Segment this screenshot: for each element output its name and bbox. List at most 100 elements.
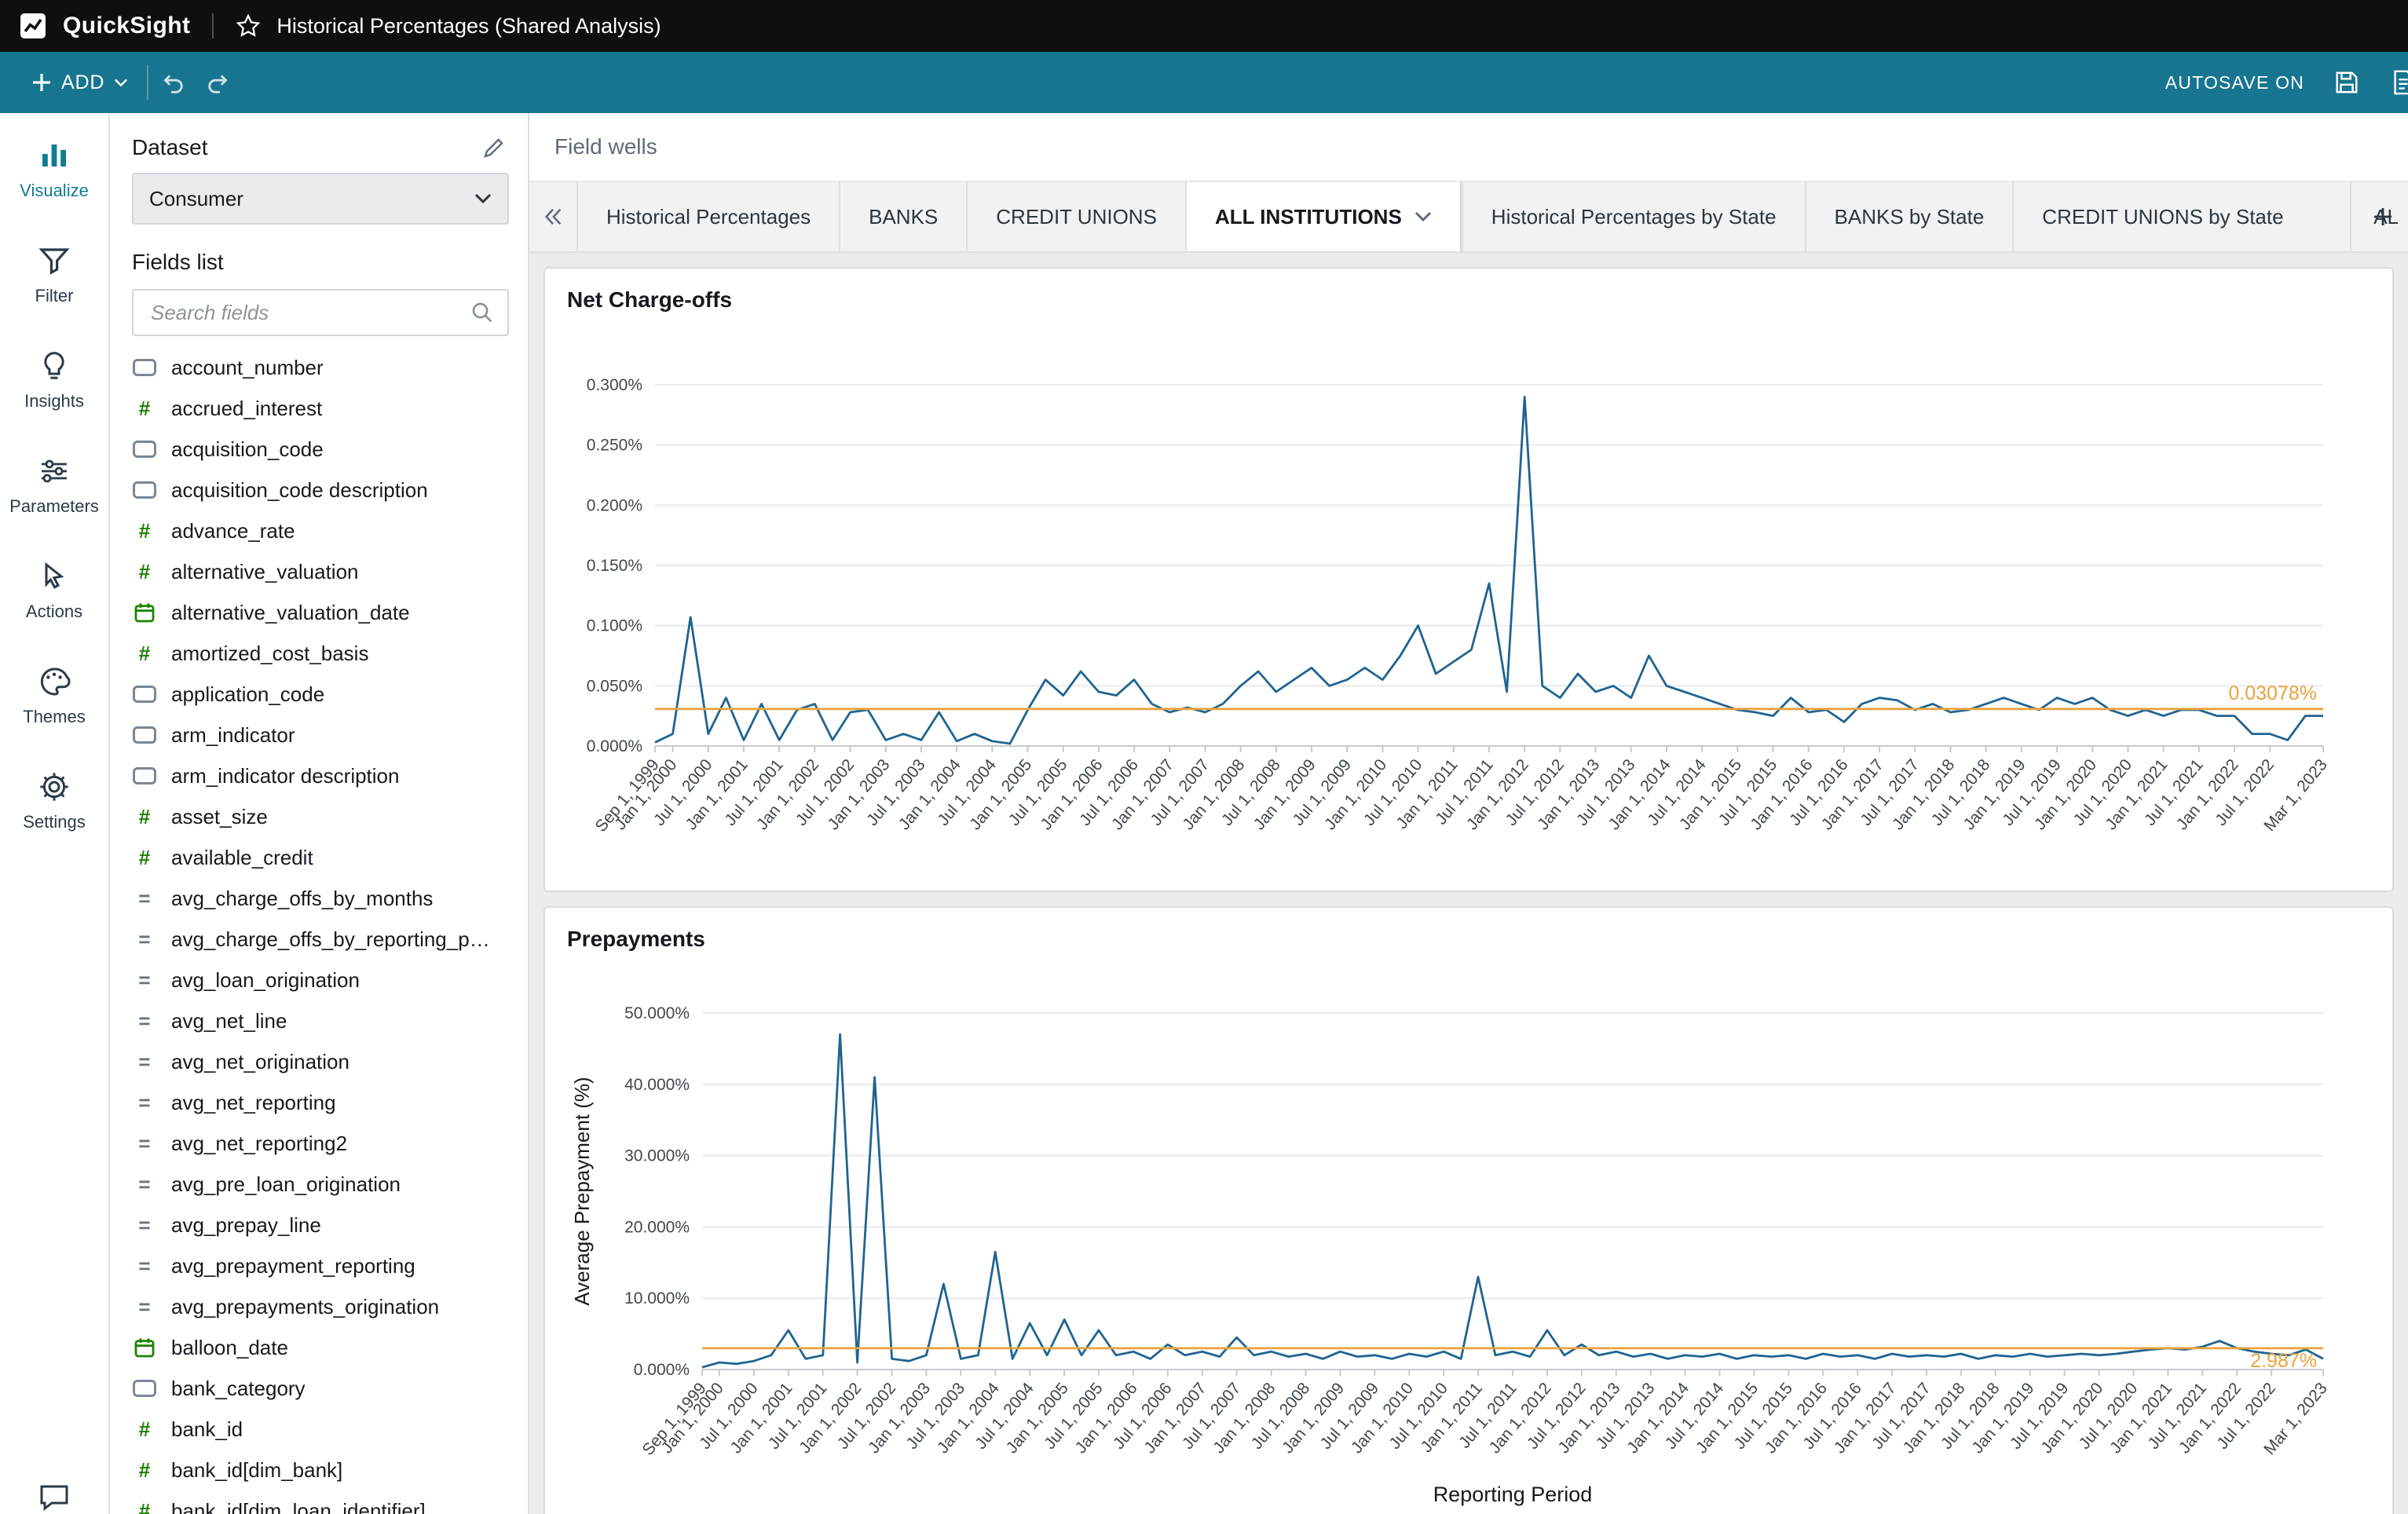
search-input[interactable] (148, 299, 471, 327)
dataset-select[interactable]: Consumer (132, 173, 509, 225)
svg-text:0.100%: 0.100% (587, 617, 642, 635)
svg-text:50.000%: 50.000% (624, 1004, 690, 1022)
calculated-field-icon: = (138, 968, 150, 993)
rail-item-themes[interactable]: Themes (23, 664, 85, 727)
favorite-star-icon[interactable] (236, 13, 261, 38)
chevron-down-icon (114, 78, 128, 87)
svg-text:0.300%: 0.300% (587, 376, 642, 394)
add-button[interactable]: ADD (13, 52, 147, 113)
field-item[interactable]: =avg_net_line (132, 1000, 509, 1041)
add-sheet-icon[interactable] (2361, 182, 2405, 251)
rail-item-settings[interactable]: Settings (23, 770, 86, 832)
field-item[interactable]: #bank_id[dim_bank] (132, 1450, 509, 1490)
rail-item-parameters[interactable]: Parameters (9, 454, 99, 517)
tab-banks[interactable]: BANKS (839, 182, 966, 251)
svg-text:0.250%: 0.250% (587, 437, 642, 455)
number-field-icon: # (139, 1458, 150, 1483)
redo-icon[interactable] (196, 52, 243, 113)
rail-item-visualize[interactable]: Visualize (20, 138, 89, 201)
tab-credit-unions-by-state[interactable]: CREDIT UNIONS by State (2012, 182, 2311, 251)
autosave-status[interactable]: AUTOSAVE ON (2165, 72, 2304, 93)
search-icon[interactable] (471, 302, 493, 324)
lightbulb-icon (37, 349, 71, 383)
tab-credit-unions[interactable]: CREDIT UNIONS (966, 182, 1185, 251)
rail-item-actions[interactable]: Actions (26, 559, 82, 622)
field-item[interactable]: =avg_pre_loan_origination (132, 1164, 509, 1205)
file-export-icon[interactable] (2380, 69, 2408, 96)
field-item[interactable]: =avg_charge_offs_by_months (132, 878, 509, 919)
calculated-field-icon: = (138, 1213, 150, 1238)
rail-label: Actions (26, 602, 82, 622)
feedback-chat-icon[interactable] (37, 1479, 71, 1514)
field-item[interactable]: #amortized_cost_basis (132, 633, 509, 674)
prepayments-visual[interactable]: Prepayments 0.000%10.000%20.000%30.000%4… (543, 906, 2394, 1514)
number-field-icon: # (139, 846, 150, 870)
scroll-tabs-left-icon[interactable] (529, 182, 576, 251)
number-field-icon: # (139, 642, 150, 666)
field-item[interactable]: =avg_charge_offs_by_reporting_p… (132, 919, 509, 960)
left-rail: Visualize Filter Insights Parameters Act… (0, 113, 110, 1514)
bar-chart-icon (37, 138, 71, 173)
tab-historical-percentages-by-state[interactable]: Historical Percentages by State (1462, 182, 1805, 251)
edit-dataset-icon[interactable] (482, 136, 506, 159)
field-item[interactable]: #alternative_valuation (132, 551, 509, 592)
field-item[interactable]: #asset_size (132, 796, 509, 837)
calendar-field-icon (134, 1337, 156, 1359)
save-icon[interactable] (2323, 69, 2370, 96)
field-item[interactable]: account_number (132, 347, 509, 388)
string-field-icon (133, 767, 156, 784)
calculated-field-icon: = (138, 1050, 150, 1074)
field-item[interactable]: #bank_id (132, 1409, 509, 1450)
rail-item-insights[interactable]: Insights (24, 349, 84, 411)
svg-text:0.150%: 0.150% (587, 557, 642, 575)
calculated-field-icon: = (138, 1009, 150, 1033)
tab-menu-chevron-icon[interactable] (1414, 211, 1432, 222)
field-item[interactable]: =avg_net_origination (132, 1041, 509, 1082)
field-item[interactable]: acquisition_code description (132, 470, 509, 510)
field-item[interactable]: =avg_net_reporting (132, 1082, 509, 1123)
net-charge-offs-chart: 0.000%0.050%0.100%0.150%0.200%0.250%0.30… (567, 322, 2370, 872)
field-item[interactable]: balloon_date (132, 1327, 509, 1368)
field-item[interactable]: application_code (132, 674, 509, 715)
field-item[interactable]: acquisition_code (132, 429, 509, 470)
field-item[interactable]: bank_category (132, 1368, 509, 1409)
dataset-label: Dataset (132, 135, 208, 160)
svg-text:0.000%: 0.000% (634, 1361, 690, 1379)
cursor-action-icon (37, 559, 71, 594)
calculated-field-icon: = (138, 1132, 150, 1156)
tab-banks-by-state[interactable]: BANKS by State (1805, 182, 2013, 251)
field-item[interactable]: =avg_prepayment_reporting (132, 1245, 509, 1286)
rail-label: Visualize (20, 181, 89, 201)
rail-item-filter[interactable]: Filter (35, 243, 74, 306)
brand-name: QuickSight (63, 13, 190, 39)
field-item[interactable]: arm_indicator (132, 715, 509, 755)
tab-historical-percentages[interactable]: Historical Percentages (576, 182, 839, 251)
field-item[interactable]: arm_indicator description (132, 755, 509, 796)
net-charge-offs-visual[interactable]: Net Charge-offs 0.000%0.050%0.100%0.150%… (543, 267, 2394, 892)
svg-text:0.200%: 0.200% (587, 496, 642, 514)
plus-icon (31, 72, 52, 93)
svg-text:2.987%: 2.987% (2250, 1350, 2317, 1372)
field-item[interactable]: #bank_id[dim_loan_identifier] (132, 1490, 509, 1514)
svg-text:Reporting Period: Reporting Period (1433, 1483, 1593, 1506)
field-wells-bar[interactable]: Field wells (529, 113, 2408, 182)
chevron-down-icon (474, 193, 492, 204)
field-item[interactable]: =avg_loan_origination (132, 960, 509, 1000)
sheet-canvas: Net Charge-offs 0.000%0.050%0.100%0.150%… (529, 253, 2408, 1514)
field-item[interactable]: =avg_net_reporting2 (132, 1123, 509, 1164)
field-item[interactable]: #accrued_interest (132, 388, 509, 429)
field-item[interactable]: alternative_valuation_date (132, 592, 509, 633)
number-field-icon: # (139, 1499, 150, 1514)
tab-all-institutions[interactable]: ALL INSTITUTIONS (1185, 182, 1462, 251)
gear-icon (37, 770, 71, 804)
undo-icon[interactable] (148, 52, 196, 113)
field-item[interactable]: =avg_prepay_line (132, 1205, 509, 1245)
field-item[interactable]: =avg_prepayments_origination (132, 1286, 509, 1327)
string-field-icon (133, 441, 156, 458)
calculated-field-icon: = (138, 1091, 150, 1115)
visual-title: Prepayments (567, 927, 2370, 952)
quicksight-logo-icon[interactable] (19, 12, 47, 40)
field-item[interactable]: #available_credit (132, 837, 509, 878)
field-item[interactable]: #advance_rate (132, 510, 509, 551)
number-field-icon: # (139, 1417, 150, 1442)
